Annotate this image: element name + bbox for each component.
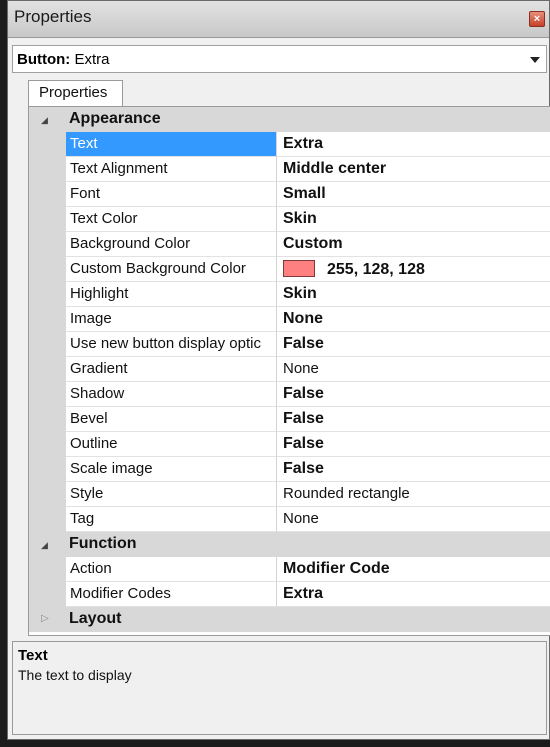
description-text: The text to display	[18, 667, 132, 683]
row-gutter	[29, 457, 66, 482]
row-gutter	[29, 257, 66, 282]
property-name: Text	[66, 132, 277, 157]
property-name: Text Alignment	[66, 157, 277, 182]
property-row-use-new-button-display[interactable]: Use new button display optic False	[29, 332, 550, 357]
property-value[interactable]: Custom	[277, 232, 550, 257]
property-name: Gradient	[66, 357, 277, 382]
row-gutter	[29, 357, 66, 382]
title-bar[interactable]: Properties ×	[8, 1, 549, 38]
property-row-action[interactable]: Action Modifier Code	[29, 557, 550, 582]
property-grid: ◢ Appearance Text Extra Text Alignment M…	[28, 106, 550, 636]
chevron-down-icon[interactable]	[530, 57, 540, 63]
property-value[interactable]: Skin	[277, 282, 550, 307]
property-value[interactable]: False	[277, 382, 550, 407]
row-gutter	[29, 207, 66, 232]
property-name: Highlight	[66, 282, 277, 307]
row-gutter	[29, 282, 66, 307]
property-name: Modifier Codes	[66, 582, 277, 607]
property-value[interactable]: Skin	[277, 207, 550, 232]
property-name: Custom Background Color	[66, 257, 277, 282]
property-row-highlight[interactable]: Highlight Skin	[29, 282, 550, 307]
property-row-outline[interactable]: Outline False	[29, 432, 550, 457]
property-row-modifier-codes[interactable]: Modifier Codes Extra	[29, 582, 550, 607]
properties-window: Properties × Button: Extra Properties ◢ …	[7, 0, 550, 740]
property-row-scale-image[interactable]: Scale image False	[29, 457, 550, 482]
row-gutter	[29, 182, 66, 207]
tab-properties[interactable]: Properties	[28, 80, 123, 106]
collapse-arrow-icon[interactable]: ◢	[41, 540, 48, 551]
row-gutter	[29, 507, 66, 532]
row-gutter	[29, 557, 66, 582]
property-row-tag[interactable]: Tag None	[29, 507, 550, 532]
row-gutter	[29, 407, 66, 432]
property-row-image[interactable]: Image None	[29, 307, 550, 332]
color-swatch[interactable]	[283, 260, 315, 277]
property-name: Bevel	[66, 407, 277, 432]
window-title: Properties	[14, 7, 92, 26]
category-appearance[interactable]: ◢ Appearance	[29, 107, 550, 132]
property-row-text[interactable]: Text Extra	[29, 132, 550, 157]
description-panel: Text The text to display	[12, 641, 547, 735]
property-row-style[interactable]: Style Rounded rectangle	[29, 482, 550, 507]
property-value[interactable]: Rounded rectangle	[277, 482, 550, 507]
property-name: Background Color	[66, 232, 277, 257]
property-value[interactable]: Extra	[277, 582, 550, 607]
category-label: Appearance	[69, 110, 161, 127]
property-row-font[interactable]: Font Small	[29, 182, 550, 207]
property-value[interactable]: False	[277, 457, 550, 482]
row-gutter	[29, 382, 66, 407]
row-gutter	[29, 132, 66, 157]
property-value-color[interactable]: 255, 128, 128	[277, 257, 550, 282]
row-gutter	[29, 482, 66, 507]
property-name: Style	[66, 482, 277, 507]
property-name: Image	[66, 307, 277, 332]
object-selector-dropdown[interactable]: Button: Extra	[12, 45, 547, 73]
row-gutter	[29, 232, 66, 257]
property-row-gradient[interactable]: Gradient None	[29, 357, 550, 382]
row-gutter	[29, 307, 66, 332]
property-value[interactable]: None	[277, 357, 550, 382]
property-row-bevel[interactable]: Bevel False	[29, 407, 550, 432]
object-name: Extra	[74, 51, 110, 68]
property-value[interactable]: Middle center	[277, 157, 550, 182]
row-gutter	[29, 157, 66, 182]
property-row-background-color[interactable]: Background Color Custom	[29, 232, 550, 257]
property-name: Action	[66, 557, 277, 582]
property-value[interactable]: False	[277, 432, 550, 457]
property-row-text-color[interactable]: Text Color Skin	[29, 207, 550, 232]
property-name: Scale image	[66, 457, 277, 482]
property-row-custom-background-color[interactable]: Custom Background Color 255, 128, 128	[29, 257, 550, 282]
property-name: Use new button display optic	[66, 332, 277, 357]
category-label: Layout	[69, 610, 122, 627]
category-layout[interactable]: ▷ Layout	[29, 607, 550, 632]
property-value[interactable]: Extra	[277, 132, 550, 157]
property-value[interactable]: Modifier Code	[277, 557, 550, 582]
property-name: Outline	[66, 432, 277, 457]
property-value[interactable]: Small	[277, 182, 550, 207]
expand-arrow-icon[interactable]: ▷	[41, 613, 49, 624]
property-row-text-alignment[interactable]: Text Alignment Middle center	[29, 157, 550, 182]
row-gutter	[29, 582, 66, 607]
category-label: Function	[69, 535, 137, 552]
property-row-shadow[interactable]: Shadow False	[29, 382, 550, 407]
collapse-arrow-icon[interactable]: ◢	[41, 115, 48, 126]
property-name: Tag	[66, 507, 277, 532]
description-title: Text	[18, 647, 48, 664]
object-type-label: Button:	[17, 51, 71, 68]
property-name: Font	[66, 182, 277, 207]
category-function[interactable]: ◢ Function	[29, 532, 550, 557]
row-gutter	[29, 432, 66, 457]
property-value[interactable]: False	[277, 332, 550, 357]
color-value: 255, 128, 128	[327, 261, 425, 278]
row-gutter	[29, 332, 66, 357]
property-value[interactable]: None	[277, 507, 550, 532]
object-selector-label: Button: Extra	[17, 51, 110, 68]
close-icon[interactable]: ×	[529, 11, 545, 27]
property-name: Text Color	[66, 207, 277, 232]
property-name: Shadow	[66, 382, 277, 407]
property-value[interactable]: None	[277, 307, 550, 332]
property-value[interactable]: False	[277, 407, 550, 432]
